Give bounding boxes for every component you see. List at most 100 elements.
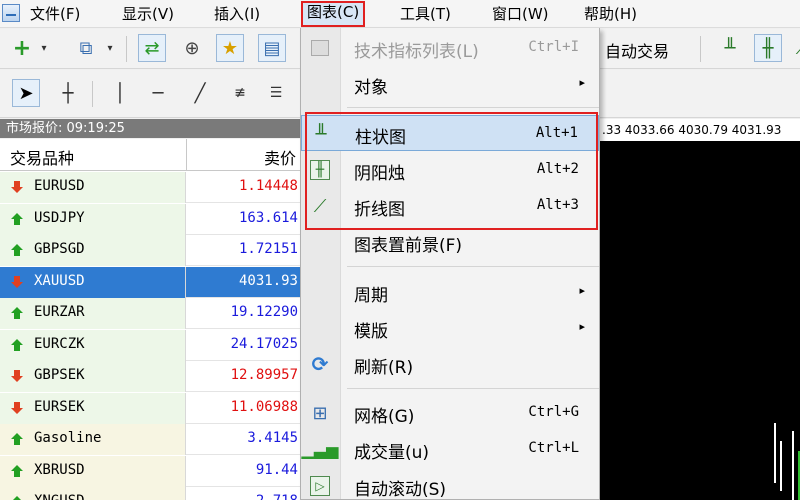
symbol-cell: Gasoline xyxy=(0,424,186,455)
menu-item-label: 成交量(u) xyxy=(354,443,430,463)
menu-item-label: 柱状图 xyxy=(355,128,406,148)
terminal-icon[interactable]: ▤ xyxy=(258,34,286,62)
menu-objects[interactable]: 对象 ▸ xyxy=(301,66,599,102)
menu-line-chart[interactable]: ⟋ 折线图 Alt+3 xyxy=(301,188,599,224)
table-row[interactable]: EURSEK 11.06988 xyxy=(0,392,300,424)
symbol-cell: EURCZK xyxy=(0,329,186,361)
dropdown-arrow-icon[interactable]: ▾ xyxy=(30,34,58,62)
menu-view[interactable]: 显示(V) xyxy=(122,3,174,25)
menu-item-shortcut: Alt+3 xyxy=(536,197,579,213)
grid-icon: ⊞ xyxy=(312,402,328,424)
bid-price: 1.14448 xyxy=(238,178,298,194)
table-row[interactable]: USDJPY 163.614 xyxy=(0,203,300,235)
menu-item-shortcut: Ctrl+G xyxy=(528,404,579,420)
toolbar-separator xyxy=(126,36,127,62)
symbol-cell: XNGUSD xyxy=(0,487,186,500)
app-icon[interactable] xyxy=(2,4,20,22)
line-chart-icon: ⟋ xyxy=(313,195,327,217)
horizontal-line-icon[interactable]: ─ xyxy=(144,79,172,107)
menu-insert[interactable]: 插入(I) xyxy=(214,3,260,25)
bid-price: 1.72151 xyxy=(238,241,298,257)
table-header: 交易品种 卖价 xyxy=(0,139,300,171)
candlestick-icon[interactable]: ╫ xyxy=(754,34,782,62)
menu-charts[interactable]: 图表(C) xyxy=(301,1,366,27)
fibonacci-icon[interactable]: ☰ xyxy=(262,79,290,107)
candlestick-icon: ╫ xyxy=(309,159,331,181)
table-row[interactable]: EURCZK 24.17025 xyxy=(0,329,300,361)
arrow-up-icon xyxy=(10,432,24,446)
symbol-cell: EURUSD xyxy=(0,172,186,203)
arrow-down-icon xyxy=(10,275,24,289)
menu-item-label: 模版 xyxy=(354,322,388,342)
favorites-icon[interactable]: ★ xyxy=(216,34,244,62)
cursor-icon[interactable]: ➤ xyxy=(12,79,40,107)
symbol-name: GBPSEK xyxy=(34,367,85,383)
menu-item-label: 网格(G) xyxy=(354,407,415,427)
auto-trading-button[interactable]: 自动交易 xyxy=(605,38,669,62)
table-row[interactable]: GBPSEK 12.89957 xyxy=(0,361,300,392)
menu-item-label: 图表置前景(F) xyxy=(354,236,463,256)
crosshair-icon[interactable]: ⊕ xyxy=(178,34,206,62)
bid-price: 19.12290 xyxy=(230,304,298,320)
market-watch-table: 交易品种 卖价 EURUSD 1.14448 USDJPY 163.614 GBPSGD… xyxy=(0,139,300,500)
trendline-icon[interactable]: ╱ xyxy=(186,79,214,107)
bid-price: 163.614 xyxy=(238,209,298,226)
menu-bar-chart[interactable]: ╨ 柱状图 Alt+1 xyxy=(301,115,599,151)
column-divider xyxy=(186,139,187,171)
symbol-cell: EURSEK xyxy=(0,392,186,424)
price-chart[interactable] xyxy=(600,141,800,500)
menu-tools[interactable]: 工具(T) xyxy=(400,3,451,25)
indicators-icon xyxy=(309,37,331,59)
table-row[interactable]: EURUSD 1.14448 xyxy=(0,172,300,203)
menu-item-label: 折线图 xyxy=(354,200,405,220)
dropdown-arrow-icon[interactable]: ▾ xyxy=(96,34,124,62)
crosshair-tool-icon[interactable]: ┼ xyxy=(54,79,82,107)
vertical-line-icon[interactable]: │ xyxy=(106,79,134,107)
column-symbol[interactable]: 交易品种 xyxy=(10,145,74,169)
menu-item-label: 对象 xyxy=(354,78,388,98)
arrow-up-icon xyxy=(10,464,24,478)
symbol-cell: XBRUSD xyxy=(0,455,186,487)
symbol-cell: XAUUSD xyxy=(0,266,186,298)
menu-window[interactable]: 窗口(W) xyxy=(492,3,549,25)
menu-auto-scroll[interactable]: ▷ 自动滚动(S) xyxy=(301,468,599,500)
table-row[interactable]: EURZAR 19.12290 xyxy=(0,298,300,329)
candle xyxy=(780,441,782,491)
market-watch-icon[interactable]: ⇄ xyxy=(138,34,166,62)
arrow-down-icon xyxy=(10,180,24,194)
bar-chart-icon: ╨ xyxy=(315,123,327,145)
table-row[interactable]: Gasoline 3.4145 xyxy=(0,424,300,455)
menu-item-label: 自动滚动(S) xyxy=(354,480,447,500)
bid-price: 3.4145 xyxy=(247,430,298,446)
table-row[interactable]: XNGUSD 2.718 xyxy=(0,487,300,500)
menu-indicators-list[interactable]: 技术指标列表(L) Ctrl+I xyxy=(301,30,599,66)
menu-help[interactable]: 帮助(H) xyxy=(584,3,637,25)
line-chart-icon[interactable]: ⟋ xyxy=(788,34,800,62)
symbol-name: EURUSD xyxy=(34,178,85,194)
chart-ohlc-header: .33 4033.66 4030.79 4031.93 xyxy=(600,119,800,141)
menu-refresh[interactable]: ⟳ 刷新(R) xyxy=(301,346,599,382)
menu-item-shortcut: Alt+1 xyxy=(535,125,578,141)
menu-separator xyxy=(347,388,599,389)
bid-price: 4031.93 xyxy=(238,272,298,289)
menu-template[interactable]: 模版 ▸ xyxy=(301,310,599,346)
bar-chart-icon[interactable]: ╨ xyxy=(716,34,744,62)
table-row[interactable]: GBPSGD 1.72151 xyxy=(0,235,300,266)
channel-icon[interactable]: ≢ xyxy=(226,79,254,107)
auto-scroll-icon: ▷ xyxy=(309,475,331,497)
symbol-name: EURZAR xyxy=(34,304,85,320)
menu-item-label: 刷新(R) xyxy=(354,358,414,378)
menu-grid[interactable]: ⊞ 网格(G) Ctrl+G xyxy=(301,395,599,431)
menu-periodicity[interactable]: 周期 ▸ xyxy=(301,274,599,310)
refresh-icon: ⟳ xyxy=(311,352,329,376)
menu-candlesticks[interactable]: ╫ 阴阳烛 Alt+2 xyxy=(301,152,599,188)
menu-item-label: 周期 xyxy=(354,286,388,306)
menu-file[interactable]: 文件(F) xyxy=(30,3,80,25)
table-row[interactable]: XAUUSD 4031.93 xyxy=(0,266,300,298)
toolbar-separator xyxy=(700,36,701,62)
menu-chart-foreground[interactable]: 图表置前景(F) xyxy=(301,224,599,260)
column-bid[interactable]: 卖价 xyxy=(264,145,296,169)
table-row[interactable]: XBRUSD 91.44 xyxy=(0,455,300,487)
symbol-name: USDJPY xyxy=(34,209,85,226)
menu-volumes[interactable]: ▁▃▅ 成交量(u) Ctrl+L xyxy=(301,431,599,467)
